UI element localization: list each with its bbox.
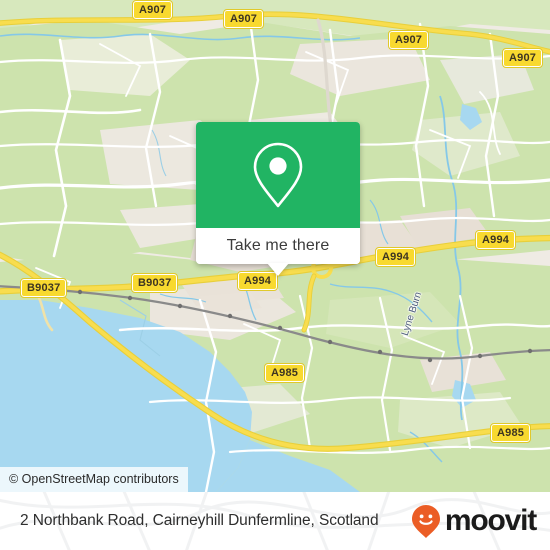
take-me-there-label: Take me there bbox=[226, 237, 330, 254]
moovit-logo[interactable]: moovit bbox=[409, 503, 537, 539]
road-shield[interactable]: A907 bbox=[131, 0, 174, 20]
callout-icon-area bbox=[196, 122, 360, 228]
callout-tail bbox=[267, 263, 289, 276]
road-shield[interactable]: A907 bbox=[387, 30, 430, 50]
address-text: 2 Northbank Road, Cairneyhill Dunfermlin… bbox=[20, 512, 379, 529]
road-shield[interactable]: B9037 bbox=[130, 273, 179, 293]
map-canvas[interactable]: A907 A907 A907 A907 A994 A994 B9037 B903… bbox=[0, 0, 550, 492]
road-shield[interactable]: A985 bbox=[263, 363, 306, 383]
road-shield[interactable]: A907 bbox=[222, 9, 265, 29]
road-shield[interactable]: B9037 bbox=[19, 278, 68, 298]
location-callout-card[interactable]: Take me there bbox=[196, 122, 360, 276]
osm-attribution[interactable]: © OpenStreetMap contributors bbox=[0, 467, 188, 492]
road-shield[interactable]: A994 bbox=[374, 247, 417, 267]
footer-bar: 2 Northbank Road, Cairneyhill Dunfermlin… bbox=[0, 492, 550, 550]
moovit-smiley-pin-icon bbox=[411, 505, 440, 538]
road-shield[interactable]: A907 bbox=[501, 48, 544, 68]
map-screen: A907 A907 A907 A907 A994 A994 B9037 B903… bbox=[0, 0, 550, 550]
map-pin-icon bbox=[253, 142, 303, 208]
moovit-wordmark: moovit bbox=[444, 504, 537, 537]
take-me-there-button[interactable]: Take me there bbox=[196, 228, 360, 264]
road-shield[interactable]: A985 bbox=[489, 423, 532, 443]
road-shield[interactable]: A994 bbox=[474, 230, 517, 250]
